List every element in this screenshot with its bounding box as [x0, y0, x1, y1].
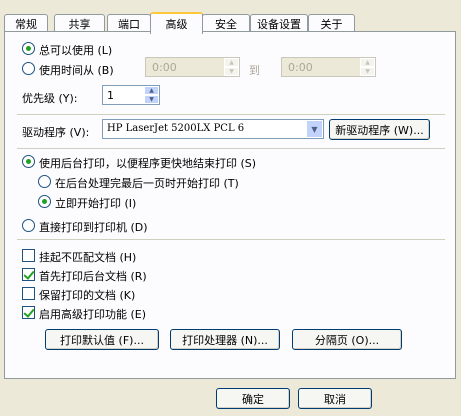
- tab-label: 关于: [320, 18, 343, 31]
- separator: [17, 148, 445, 149]
- advanced-features-checkbox[interactable]: [22, 306, 35, 319]
- tab-advanced[interactable]: 高级: [150, 12, 203, 34]
- tab-label: 设备设置: [257, 18, 301, 31]
- always-available-radio[interactable]: [22, 42, 35, 55]
- priority-field[interactable]: 1 ▲ ▼: [102, 85, 160, 105]
- printing-defaults-button[interactable]: 打印默认值 (F)...: [45, 329, 159, 350]
- priority-label: 优先级 (Y):: [22, 92, 78, 105]
- tab-label: 端口: [118, 18, 140, 31]
- keep-printed-label: 保留打印的文档 (K): [39, 289, 136, 302]
- cancel-button[interactable]: 取消: [298, 388, 372, 409]
- available-from-radio[interactable]: [22, 62, 35, 75]
- new-driver-button[interactable]: 新驱动程序 (W)...: [329, 119, 430, 140]
- spool-label: 使用后台打印，以便程序更快地结束打印 (S): [39, 157, 257, 170]
- print-direct-radio[interactable]: [22, 219, 35, 232]
- tab-label: 常规: [15, 18, 37, 31]
- spin-up-icon[interactable]: ▲: [224, 58, 239, 67]
- start-after-last-page-label: 在后台处理完最后一页时开始打印 (T): [55, 177, 239, 190]
- separator-page-button[interactable]: 分隔页 (O)...: [292, 329, 402, 350]
- time-from-field[interactable]: 0:00 ▲ ▼: [145, 57, 240, 77]
- tab-label: 高级: [165, 18, 188, 31]
- always-available-label: 总可以使用 (L): [39, 44, 113, 57]
- advanced-panel: 总可以使用 (L) 使用时间从 (B) 0:00 ▲ ▼ 到 0:00 ▲ ▼ 优先…: [4, 31, 456, 379]
- print-direct-label: 直接打印到打印机 (D): [39, 221, 148, 234]
- spin-down-icon[interactable]: ▼: [360, 67, 375, 76]
- time-to-field[interactable]: 0:00 ▲ ▼: [281, 57, 376, 77]
- start-immediately-label: 立即开始打印 (I): [55, 197, 137, 210]
- separator: [17, 114, 445, 115]
- time-from-spinner[interactable]: ▲ ▼: [224, 58, 239, 76]
- time-from-value: 0:00: [152, 61, 177, 74]
- time-to-spinner[interactable]: ▲ ▼: [360, 58, 375, 76]
- advanced-features-label: 启用高级打印功能 (E): [39, 308, 147, 321]
- spin-up-icon[interactable]: ▲: [144, 86, 159, 95]
- tab-label: 安全: [215, 18, 237, 31]
- spin-up-icon[interactable]: ▲: [360, 58, 375, 67]
- start-immediately-radio[interactable]: [38, 195, 51, 208]
- spin-down-icon[interactable]: ▼: [144, 95, 159, 104]
- spooled-first-label: 首先打印后台文档 (R): [39, 270, 147, 283]
- driver-value: HP LaserJet 5200LX PCL 6: [107, 123, 245, 134]
- driver-label: 驱动程序 (V):: [22, 126, 90, 139]
- print-processor-button[interactable]: 打印处理器 (N)...: [170, 329, 280, 350]
- to-label: 到: [249, 64, 260, 77]
- keep-printed-checkbox[interactable]: [22, 287, 35, 300]
- separator: [17, 239, 445, 240]
- tab-label: 共享: [68, 18, 91, 31]
- spin-down-icon[interactable]: ▼: [224, 67, 239, 76]
- available-from-label: 使用时间从 (B): [39, 64, 114, 77]
- spooled-first-checkbox[interactable]: [22, 268, 35, 281]
- time-to-value: 0:00: [288, 61, 313, 74]
- chevron-down-icon[interactable]: ▼: [306, 120, 323, 138]
- priority-spinner[interactable]: ▲ ▼: [144, 86, 159, 104]
- ok-button[interactable]: 确定: [216, 388, 290, 409]
- driver-select[interactable]: HP LaserJet 5200LX PCL 6 ▼: [102, 119, 324, 139]
- priority-value: 1: [107, 89, 114, 102]
- hold-mismatched-checkbox[interactable]: [22, 249, 35, 262]
- start-after-last-page-radio[interactable]: [38, 175, 51, 188]
- spool-radio[interactable]: [22, 155, 35, 168]
- hold-mismatched-label: 挂起不匹配文档 (H): [39, 251, 137, 264]
